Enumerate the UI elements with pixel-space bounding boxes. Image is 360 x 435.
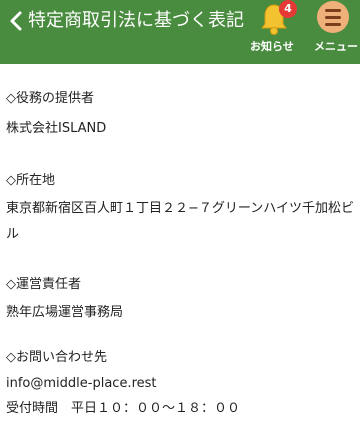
- back-button[interactable]: [4, 7, 28, 35]
- page-title: 特定商取引法に基づく表記: [28, 10, 244, 31]
- contact-heading: ◇お問い合わせ先: [6, 350, 107, 365]
- address-value: 東京都新宿区百人町１丁目２２−７グリーンハイツ千加松ビル: [6, 201, 354, 242]
- app-header: 特定商取引法に基づく表記 4 お知らせ メニュー: [0, 0, 360, 64]
- notice-button[interactable]: 4 お知らせ: [246, 0, 304, 64]
- contact-email[interactable]: info@middle-place.rest: [6, 375, 157, 393]
- menu-label: メニュー: [314, 40, 358, 53]
- manager-heading: ◇運営責任者: [6, 277, 81, 292]
- provider-heading: ◇役務の提供者: [6, 91, 94, 106]
- address-heading: ◇所在地: [6, 173, 55, 188]
- notice-label: お知らせ: [250, 40, 294, 53]
- menu-button[interactable]: メニュー: [308, 0, 360, 64]
- provider-value: 株式会社ISLAND: [6, 121, 107, 136]
- hamburger-icon: [317, 1, 349, 33]
- manager-value: 熟年広場運営事務局: [6, 305, 124, 320]
- notice-badge: 4: [279, 0, 297, 18]
- chevron-left-icon: [10, 11, 22, 31]
- contact-hours: 受付時間 平日１０：００〜１８：００: [6, 401, 241, 416]
